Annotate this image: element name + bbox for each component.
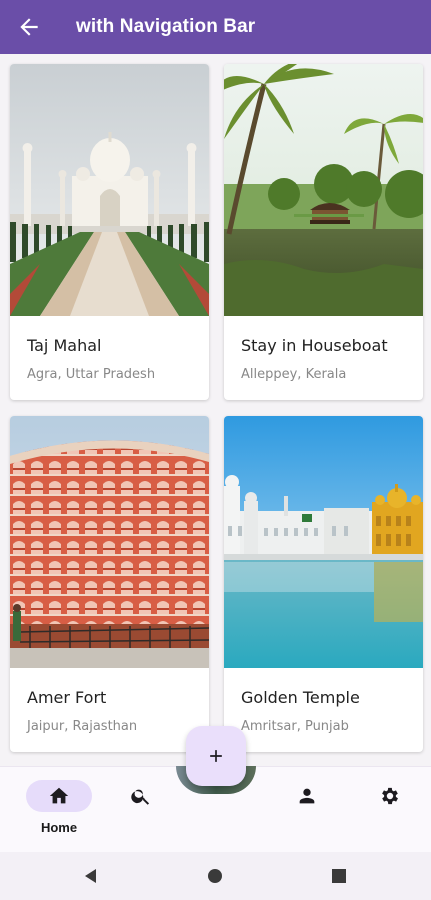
- place-card-amer-fort[interactable]: Amer Fort Jaipur, Rajasthan: [10, 416, 209, 752]
- nav-pill: [274, 780, 340, 812]
- gear-icon: [382, 787, 398, 805]
- plus-icon: [210, 750, 222, 762]
- nav-pill: [108, 780, 174, 812]
- card-title: Taj Mahal: [27, 336, 102, 355]
- arrow-back-icon: [20, 18, 38, 36]
- places-grid: Taj Mahal Agra, Uttar Pradesh Stay in Ho…: [0, 54, 431, 766]
- system-back-icon[interactable]: [82, 867, 100, 885]
- nav-pill: [357, 780, 423, 812]
- nav-item-profile[interactable]: [274, 767, 340, 853]
- system-home-icon[interactable]: [206, 867, 224, 885]
- amer-fort-image: [10, 416, 209, 668]
- add-button[interactable]: [186, 726, 246, 786]
- card-title: Stay in Houseboat: [241, 336, 388, 355]
- person-icon: [299, 788, 315, 804]
- system-recents-icon[interactable]: [330, 867, 348, 885]
- system-navigation-bar: [0, 852, 431, 900]
- place-card-taj-mahal[interactable]: Taj Mahal Agra, Uttar Pradesh: [10, 64, 209, 400]
- card-subtitle: Jaipur, Rajasthan: [27, 719, 138, 734]
- card-subtitle: Alleppey, Kerala: [241, 367, 347, 382]
- card-title: Amer Fort: [27, 688, 107, 707]
- nav-item-home[interactable]: Home: [25, 767, 93, 853]
- golden-temple-image: [224, 416, 423, 668]
- card-title: Golden Temple: [241, 688, 360, 707]
- houseboat-image: [224, 64, 423, 316]
- home-icon: [49, 787, 69, 804]
- taj-mahal-image: [10, 64, 209, 316]
- nav-label-home: Home: [40, 820, 78, 835]
- card-subtitle: Amritsar, Punjab: [241, 719, 349, 734]
- nav-item-settings[interactable]: [357, 767, 423, 853]
- back-button[interactable]: [0, 0, 58, 54]
- app-bar: with Navigation Bar: [0, 0, 431, 54]
- place-card-golden-temple[interactable]: Golden Temple Amritsar, Punjab: [224, 416, 423, 752]
- search-icon: [131, 789, 150, 805]
- place-card-houseboat[interactable]: Stay in Houseboat Alleppey, Kerala: [224, 64, 423, 400]
- nav-item-search[interactable]: [108, 767, 174, 853]
- card-subtitle: Agra, Uttar Pradesh: [27, 367, 156, 382]
- nav-pill: [26, 780, 92, 812]
- page-title: with Navigation Bar: [76, 16, 256, 37]
